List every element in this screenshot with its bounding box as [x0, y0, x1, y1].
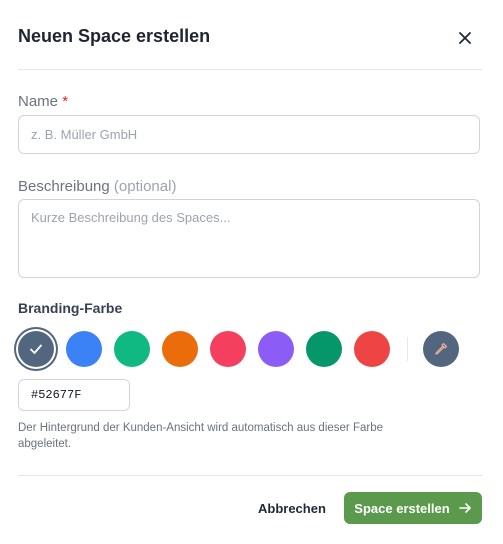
name-label: Name * — [18, 93, 68, 110]
check-icon — [30, 344, 42, 354]
description-label: Beschreibung (optional) — [18, 178, 176, 195]
description-label-text: Beschreibung — [18, 178, 110, 195]
required-mark: * — [62, 93, 69, 110]
hex-color-input[interactable] — [18, 379, 130, 411]
color-swatch[interactable] — [354, 331, 390, 367]
name-label-text: Name — [18, 93, 59, 110]
color-swatch[interactable] — [258, 331, 294, 367]
footer-divider — [18, 475, 482, 476]
eyedropper-icon — [435, 342, 448, 355]
branding-color-label: Branding-Farbe — [18, 300, 123, 316]
optional-hint: (optional) — [113, 178, 177, 195]
name-input[interactable] — [18, 115, 480, 154]
color-swatch[interactable] — [66, 331, 102, 367]
create-space-button-label: Space erstellen — [354, 500, 450, 516]
header-divider — [18, 69, 482, 70]
branding-help-text: Der Hintergrund der Kunden-Ansicht wird … — [18, 422, 383, 450]
color-swatch[interactable] — [210, 331, 246, 367]
create-space-button[interactable]: Space erstellen — [344, 492, 482, 524]
description-textarea[interactable] — [18, 199, 480, 278]
dialog-title: Neuen Space erstellen — [18, 26, 211, 46]
create-space-dialog: Neuen Space erstellen Name * Beschreibun… — [0, 0, 503, 544]
color-picker-button[interactable] — [423, 331, 459, 367]
color-swatch[interactable] — [162, 331, 198, 367]
swatch-divider — [407, 337, 408, 361]
color-swatch[interactable] — [306, 331, 342, 367]
color-swatch[interactable] — [18, 331, 54, 367]
cancel-button[interactable]: Abbrechen — [252, 492, 330, 524]
arrow-right-icon — [458, 503, 471, 513]
color-swatch[interactable] — [114, 331, 150, 367]
close-icon[interactable] — [455, 28, 475, 48]
